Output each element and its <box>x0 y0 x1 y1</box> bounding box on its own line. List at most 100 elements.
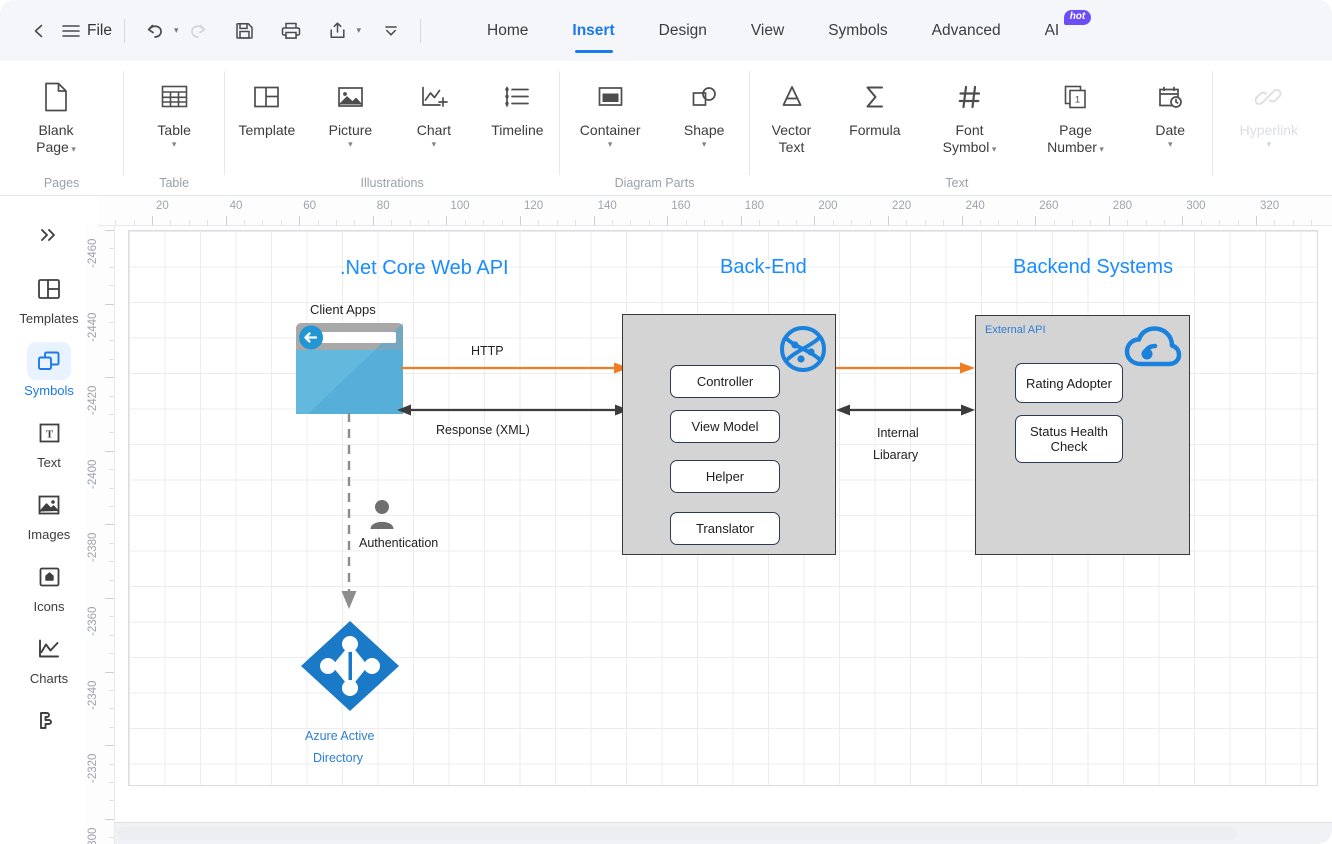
save-icon[interactable] <box>228 14 262 48</box>
chip-view-model[interactable]: View Model <box>670 410 780 443</box>
azure-ad-icon[interactable] <box>299 619 401 713</box>
sidebar-item-text[interactable]: T Text <box>12 408 86 474</box>
ruler-tick <box>299 216 301 225</box>
ruler-minor-tick <box>1219 220 1221 225</box>
ruler-minor-tick <box>924 220 926 225</box>
application-window: File ▾ ▾ Home Insert Design View Symbols… <box>0 0 1332 844</box>
tab-home[interactable]: Home <box>465 0 550 61</box>
date-button[interactable]: Date ▾ <box>1129 73 1212 149</box>
container-button[interactable]: Container ▾ <box>560 73 660 149</box>
picture-button[interactable]: Picture ▾ <box>309 73 393 149</box>
client-apps-label: Client Apps <box>310 302 376 317</box>
sidebar-item-symbols[interactable]: Symbols <box>12 336 86 402</box>
chip-status-health-check[interactable]: Status Health Check <box>1015 415 1123 463</box>
bottom-scrollbar[interactable] <box>115 822 1332 844</box>
diagram-page[interactable]: .Net Core Web API Back-End Backend Syste… <box>128 230 1318 786</box>
internal-library-arrow[interactable] <box>836 403 975 417</box>
ruler-label: 80 <box>376 200 390 212</box>
chip-helper[interactable]: Helper <box>670 460 780 493</box>
ruler-minor-tick <box>906 220 908 225</box>
horizontal-ruler[interactable]: 20 40 60 80 100 120 140 160 180 200 220 240 260 280 30… <box>98 196 1332 226</box>
formula-button[interactable]: Formula <box>833 73 916 139</box>
sidebar-item-charts[interactable]: Charts <box>12 624 86 690</box>
chart-icon <box>420 77 448 117</box>
tab-insert[interactable]: Insert <box>550 0 636 61</box>
ruler-label: 320 <box>1260 200 1280 212</box>
external-api-arrow[interactable] <box>836 361 975 375</box>
ruler-minor-tick <box>685 220 687 225</box>
vertical-ruler[interactable]: -2460 -2440 -2420 -2400 -2380 -2360 -2340 -2320… <box>85 226 115 844</box>
sidebar-item-templates[interactable]: Templates <box>12 264 86 330</box>
file-menu-button[interactable]: File <box>62 22 112 40</box>
font-symbol-button[interactable]: Font Symbol ▾ <box>916 73 1022 158</box>
export-dropdown-caret[interactable]: ▾ <box>357 26 362 35</box>
ruler-tick <box>105 671 114 673</box>
tab-view[interactable]: View <box>729 0 806 61</box>
sidebar-item-icons[interactable]: Icons <box>12 552 86 618</box>
formula-icon <box>863 77 887 117</box>
ruler-minor-tick <box>391 220 393 225</box>
tab-advanced[interactable]: Advanced <box>910 0 1023 61</box>
ruler-tick <box>105 524 114 526</box>
charts-icon <box>27 630 71 668</box>
hyperlink-dropdown-caret: ▾ <box>1266 139 1272 149</box>
svg-text:T: T <box>45 429 53 441</box>
ruler-minor-tick <box>464 220 466 225</box>
undo-icon[interactable] <box>138 14 172 48</box>
ruler-tick <box>105 818 114 820</box>
date-dropdown-caret[interactable]: ▾ <box>1168 140 1173 149</box>
ruler-minor-tick <box>1016 220 1018 225</box>
sidebar-item-plugins[interactable] <box>12 696 86 744</box>
export-button[interactable]: ▾ <box>320 14 363 48</box>
page-number-button[interactable]: 1 Page Number ▾ <box>1023 73 1129 158</box>
export-icon[interactable] <box>321 14 355 48</box>
vector-text-button[interactable]: Vector Text <box>750 73 833 156</box>
sidebar-item-images-label: Images <box>27 527 71 542</box>
template-button[interactable]: Template <box>225 73 309 139</box>
redo-button[interactable] <box>180 14 216 48</box>
sidebar-item-templates-label: Templates <box>19 311 79 326</box>
http-arrow[interactable] <box>401 361 629 375</box>
tab-advanced-label: Advanced <box>931 21 1001 39</box>
picture-dropdown-caret[interactable]: ▾ <box>348 140 353 149</box>
blank-page-icon <box>43 77 69 117</box>
timeline-button[interactable]: Timeline <box>476 73 560 139</box>
shape-button[interactable]: Shape ▾ <box>660 73 748 149</box>
table-dropdown-caret[interactable]: ▾ <box>172 140 177 149</box>
container-dropdown-caret[interactable]: ▾ <box>608 140 613 149</box>
undo-button[interactable]: ▾ <box>137 14 180 48</box>
external-api-label: External API <box>985 324 1046 336</box>
ruler-minor-tick <box>109 542 114 544</box>
chip-translator[interactable]: Translator <box>670 512 780 545</box>
sidebar-item-images[interactable]: Images <box>12 480 86 546</box>
response-arrow[interactable] <box>397 403 629 417</box>
authentication-arrow[interactable] <box>341 413 357 613</box>
undo-dropdown-caret[interactable]: ▾ <box>174 26 179 35</box>
hyperlink-button[interactable]: Hyperlink ▾ <box>1213 73 1325 149</box>
canvas-area[interactable]: .Net Core Web API Back-End Backend Syste… <box>115 226 1332 822</box>
chart-dropdown-caret[interactable]: ▾ <box>432 140 437 149</box>
azure-ad-label-line1: Azure Active <box>305 729 375 743</box>
tab-ai[interactable]: AI hot <box>1023 0 1094 61</box>
tab-symbols[interactable]: Symbols <box>806 0 909 61</box>
blank-page-button[interactable]: Blank Page ▾ <box>0 73 112 158</box>
ruler-minor-tick <box>1164 220 1165 225</box>
chart-button[interactable]: Chart ▾ <box>392 73 476 149</box>
browser-window-icon[interactable] <box>296 323 403 414</box>
sidebar-item-expand[interactable] <box>12 210 86 258</box>
ruler-label: -2380 <box>87 532 99 563</box>
tab-design[interactable]: Design <box>637 0 729 61</box>
table-button[interactable]: Table ▾ <box>124 73 224 149</box>
ruler-minor-tick <box>1292 220 1294 225</box>
chip-rating-adopter[interactable]: Rating Adopter <box>1015 363 1123 403</box>
chip-controller[interactable]: Controller <box>670 365 780 398</box>
ruler-label: -2440 <box>87 312 99 342</box>
ruler-minor-tick <box>428 220 429 225</box>
vertical-scrollbar[interactable] <box>1320 228 1329 768</box>
shape-dropdown-caret[interactable]: ▾ <box>702 140 707 149</box>
ribbon-group-text-label: Text <box>945 176 969 190</box>
more-down-icon[interactable] <box>374 14 408 48</box>
redo-icon[interactable] <box>181 14 215 48</box>
print-icon[interactable] <box>274 14 308 48</box>
back-icon[interactable] <box>22 14 56 48</box>
